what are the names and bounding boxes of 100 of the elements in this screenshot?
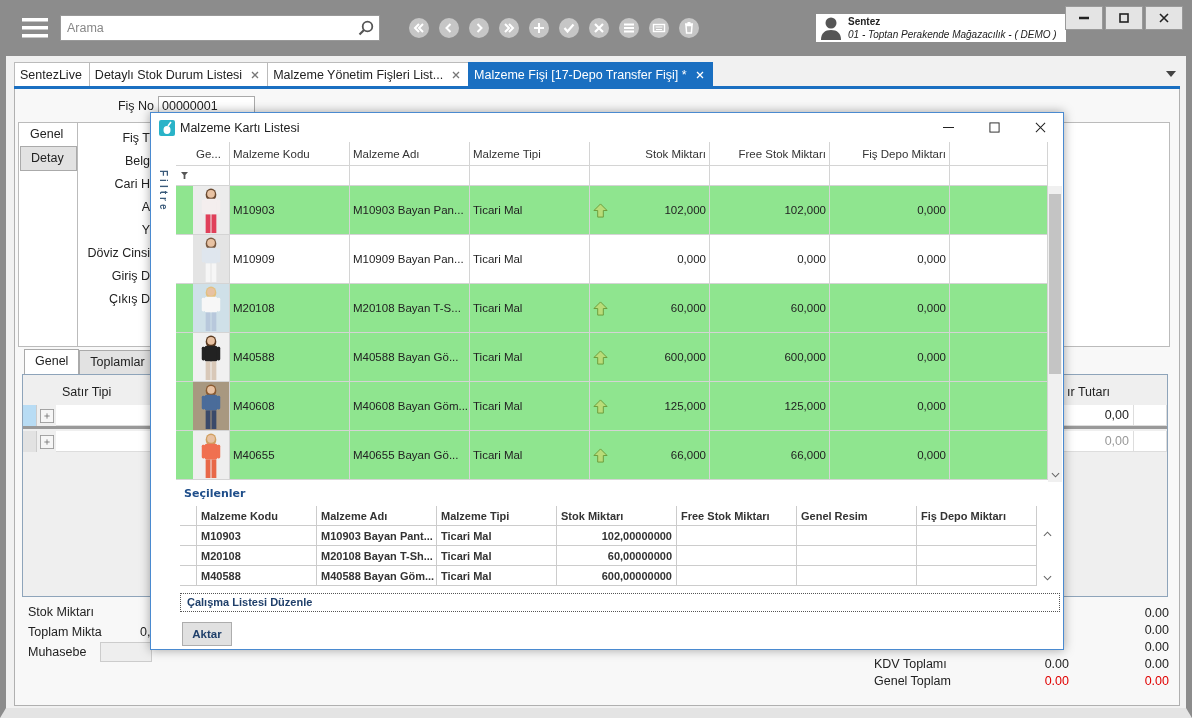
expand-icon[interactable] [39, 434, 54, 449]
table-row[interactable]: M10903 M10903 Bayan Pan... Ticari Mal 102,000 102,000 0,000 [176, 186, 1048, 235]
column-header[interactable]: Stok Miktarı [590, 142, 710, 166]
close-icon[interactable] [451, 69, 462, 80]
field-label: Döviz Cinsi [87, 245, 150, 262]
dialog-title: Malzeme Kartı Listesi [180, 120, 300, 135]
keyboard-icon[interactable] [648, 17, 670, 39]
column-header[interactable]: Genel Resim [797, 506, 917, 526]
table-cell: 66,000 [670, 449, 706, 461]
maximize-icon [1119, 13, 1129, 23]
trash-icon[interactable] [678, 17, 700, 39]
table-cell: M20108 [197, 546, 317, 566]
search-icon[interactable] [358, 20, 374, 36]
column-header[interactable]: Satır Tipi [56, 382, 151, 403]
table-row[interactable]: M10909 M10909 Bayan Pan... Ticari Mal 0,000 0,000 0,000 [176, 235, 1048, 284]
column-header[interactable]: Malzeme Tipi [437, 506, 557, 526]
minimize-button[interactable] [1065, 6, 1103, 30]
table-cell [1134, 431, 1167, 452]
table-cell: M20108 Bayan T-Sh... [317, 546, 437, 566]
menu-icon[interactable] [22, 16, 48, 40]
scrollbar[interactable] [1048, 186, 1062, 482]
table-cell [1134, 405, 1167, 426]
column-header[interactable]: Fiş Depo Miktarı [917, 506, 1037, 526]
document-tab[interactable]: Malzeme Yönetim Fişleri List... [267, 62, 470, 86]
search-field[interactable]: Arama [60, 15, 380, 41]
table-cell: M10903 [197, 526, 317, 546]
chevron-down-icon[interactable] [1042, 575, 1052, 581]
document-tab[interactable]: Detaylı Stok Durum Listesi [88, 62, 269, 86]
app-icon [159, 119, 175, 136]
field-label: Fiş T [122, 130, 150, 147]
close-icon[interactable] [250, 69, 261, 80]
table-cell: 102,000 [664, 204, 706, 216]
field-label: Y [141, 222, 150, 239]
table-cell: Ticari Mal [437, 526, 557, 546]
table-cell: 60,000 [670, 302, 706, 314]
worklist-link[interactable]: Çalışma Listesi Düzenle [180, 593, 1060, 612]
maximize-icon [988, 122, 1000, 133]
caret-icon[interactable] [1166, 71, 1176, 77]
tab-label: Malzeme Yönetim Fişleri List... [273, 67, 444, 82]
column-header[interactable]: Free Stok Miktarı [710, 142, 830, 166]
table-row[interactable]: M40655 M40655 Bayan Gö... Ticari Mal 66,000 66,000 0,000 [176, 431, 1048, 480]
user-box[interactable]: Sentez 01 - Toptan Perakende Mağazacılık - ( DEMO ) [816, 14, 1066, 42]
total-value: 0.00 [1144, 605, 1169, 620]
input-field[interactable] [100, 642, 152, 662]
table-cell: Ticari Mal [437, 566, 557, 586]
transfer-button[interactable]: Aktar [182, 622, 232, 646]
column-header[interactable]: Free Stok Miktarı [677, 506, 797, 526]
chevron-down-icon[interactable] [1050, 472, 1060, 478]
close-icon[interactable] [588, 17, 610, 39]
document-tab[interactable]: Malzeme Fişi [17-Depo Transfer Fişi] * [468, 62, 713, 86]
field-label: Çıkış D [109, 291, 150, 308]
total-value: 0.00 [1144, 656, 1169, 671]
total-value: 0.00 [1044, 656, 1069, 671]
panel-tab[interactable]: Genel [24, 349, 80, 374]
total-value: 0.00 [1044, 673, 1069, 688]
field-label: Giriş D [111, 268, 150, 285]
expand-icon[interactable] [39, 408, 54, 423]
summary-value: 0, [140, 625, 151, 639]
close-icon [1034, 122, 1046, 133]
column-header[interactable]: Malzeme Tipi [470, 142, 590, 166]
plus-icon[interactable] [528, 17, 550, 39]
close-icon[interactable] [694, 69, 705, 80]
check-icon[interactable] [558, 17, 580, 39]
table-cell: M10903 Bayan Pant... [317, 526, 437, 546]
up-arrow-icon [593, 447, 608, 463]
column-header[interactable]: Malzeme Adı [350, 142, 470, 166]
chevron-up-icon[interactable] [1042, 531, 1052, 537]
column-header[interactable]: Malzeme Kodu [230, 142, 350, 166]
up-arrow-icon [593, 398, 608, 414]
table-cell: 60,00000000 [557, 546, 677, 566]
total-value: 0.00 [1144, 639, 1169, 654]
section-title: Seçilenler [184, 486, 246, 502]
column-header[interactable]: Stok Miktarı [557, 506, 677, 526]
table-row[interactable]: M20108 M20108 Bayan T-S... Ticari Mal 60,000 60,000 0,000 [176, 284, 1048, 333]
filter-icon[interactable] [181, 172, 188, 179]
column-header[interactable]: Ge... [193, 142, 230, 166]
total-value: 0.00 [1144, 622, 1169, 637]
column-header [180, 506, 197, 526]
table-cell: 0,00 [1062, 405, 1134, 426]
list-icon[interactable] [618, 17, 640, 39]
up-arrow-icon [593, 349, 608, 365]
filter-panel-tab[interactable]: Filtre [158, 170, 169, 213]
document-tab[interactable]: SentezLive [14, 62, 90, 86]
table-cell: M40588 [197, 566, 317, 586]
column-header[interactable]: Malzeme Kodu [197, 506, 317, 526]
table-row[interactable]: M40588 M40588 Bayan Gö... Ticari Mal 600,000 600,000 0,000 [176, 333, 1048, 382]
tab-label: SentezLive [20, 67, 82, 82]
column-header[interactable]: Malzeme Adı [317, 506, 437, 526]
table-cell: 102,00000000 [557, 526, 677, 546]
side-tab[interactable]: Detay [20, 146, 77, 171]
column-header[interactable]: Fiş Depo Miktarı [830, 142, 950, 166]
table-row[interactable]: M40608 M40608 Bayan Göm... Ticari Mal 125,000 125,000 0,000 [176, 382, 1048, 431]
table-cell: Ticari Mal [437, 546, 557, 566]
table-cell: Ticari Mal [470, 431, 590, 480]
column-header[interactable]: ır Tutarı [1063, 382, 1135, 403]
table-cell: M40588 Bayan Göm... [317, 566, 437, 586]
up-arrow-icon [593, 202, 608, 218]
table-cell: 600,00000000 [557, 566, 677, 586]
close-button[interactable] [1145, 6, 1183, 30]
maximize-button[interactable] [1105, 6, 1143, 30]
